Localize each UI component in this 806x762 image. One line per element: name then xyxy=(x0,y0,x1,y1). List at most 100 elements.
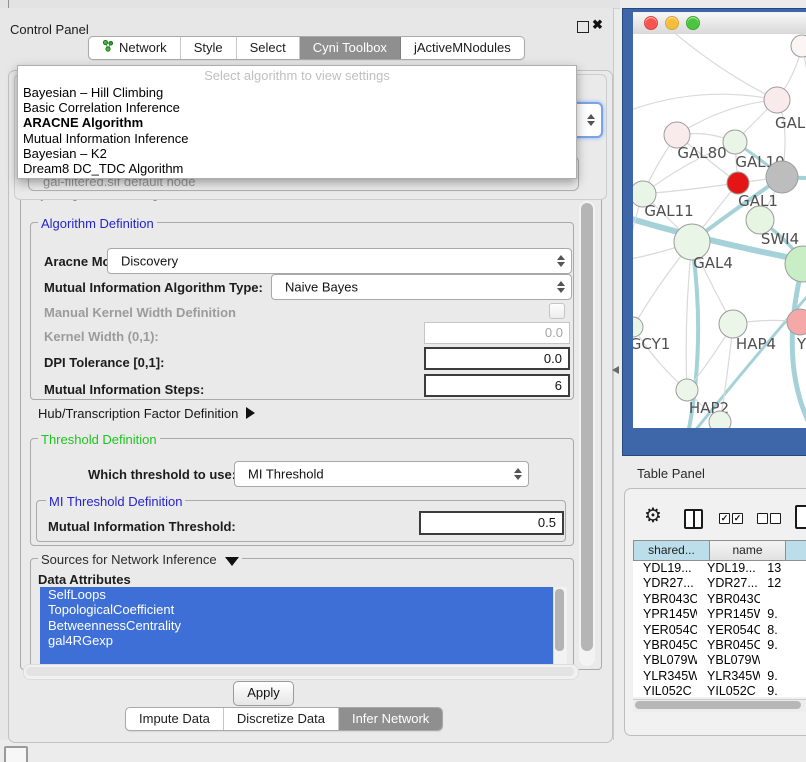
algorithm-option-bayesian-k2[interactable]: Bayesian – K2 xyxy=(18,146,576,161)
tab-infer-network[interactable]: Infer Network xyxy=(339,708,442,730)
tab-jactivemnodules[interactable]: jActiveMNodules xyxy=(401,37,524,59)
network-window-titlebar[interactable] xyxy=(633,12,806,35)
network-node-gal[interactable] xyxy=(764,87,790,113)
column-header[interactable] xyxy=(786,540,806,561)
tab-cyni-toolbox[interactable]: Cyni Toolbox xyxy=(300,37,401,59)
network-node-y[interactable] xyxy=(787,309,806,335)
network-node-gcy1[interactable] xyxy=(633,317,643,337)
column-header[interactable]: shared... xyxy=(633,540,710,561)
column-header[interactable]: name xyxy=(710,540,786,561)
manual-kernel-width-checkbox[interactable] xyxy=(549,303,565,319)
tab-network[interactable]: Network xyxy=(89,37,181,59)
apply-button[interactable]: Apply xyxy=(233,681,294,706)
table-row[interactable]: YER054CYER054C8. xyxy=(633,623,806,638)
table-row[interactable]: YBR045CYBR045C9. xyxy=(633,638,806,653)
kernel-width-field[interactable]: 0.0 xyxy=(424,322,570,344)
attribute-item[interactable]: SelfLoops xyxy=(40,587,553,602)
attribute-item[interactable]: BetweennessCentrality xyxy=(40,618,553,633)
table-cell xyxy=(760,653,806,668)
select-all-checkbox-icon[interactable]: ✓ xyxy=(719,513,730,524)
float-panel-icon[interactable] xyxy=(577,21,589,33)
table-row[interactable]: YLR345WYLR345W9. xyxy=(633,669,806,684)
algorithm-option-aracne-algorithm[interactable]: ARACNE Algorithm xyxy=(18,115,576,130)
which-threshold-combobox[interactable]: MI Threshold xyxy=(234,461,529,487)
network-edge[interactable] xyxy=(677,100,777,135)
mi-steps-field[interactable]: 6 xyxy=(424,374,570,397)
network-node[interactable] xyxy=(766,161,798,193)
algorithm-option-dream8-dc-tdc-algorithm[interactable]: Dream8 DC_TDC Algorithm xyxy=(18,161,576,176)
settings-vertical-scrollbar-thumb[interactable] xyxy=(581,203,593,651)
close-icon[interactable]: ✖ xyxy=(592,17,603,33)
settings-horizontal-scrollbar-thumb[interactable] xyxy=(26,667,574,676)
algorithm-option-bayesian-hill-climbing[interactable]: Bayesian – Hill Climbing xyxy=(18,85,576,100)
attribute-item[interactable]: TopologicalCoefficient xyxy=(40,602,553,617)
network-node-hap4[interactable] xyxy=(719,310,747,338)
aracne-mode-value: Discovery xyxy=(121,254,178,269)
table-body: YDL19...YDL19...13YDR27...YDR27...12YBR0… xyxy=(633,561,806,697)
sources-legend[interactable]: Sources for Network Inference xyxy=(38,552,242,567)
split-columns-icon[interactable] xyxy=(684,509,703,529)
table-cell xyxy=(760,592,806,607)
network-node[interactable] xyxy=(785,246,806,282)
select-all-checkbox-icon[interactable]: ✓ xyxy=(732,513,743,524)
table-header-row: shared...name xyxy=(633,540,806,561)
combo-stepper-icon xyxy=(557,255,565,267)
network-node-gal10[interactable] xyxy=(723,130,747,154)
tab-impute-data[interactable]: Impute Data xyxy=(126,708,224,730)
attribute-item[interactable]: gal4RGexp xyxy=(40,633,553,648)
hub-tf-definition-toggle[interactable]: Hub/Transcription Factor Definition xyxy=(38,406,255,421)
aracne-mode-combobox[interactable]: Discovery xyxy=(107,248,572,274)
network-edge[interactable] xyxy=(670,34,777,100)
data-attributes-list[interactable]: SelfLoopsTopologicalCoefficientBetweenne… xyxy=(40,587,553,664)
network-canvas[interactable]: GALGAL80GAL10GAL1GAL11SWI4GAL4GCY1HAP4YH… xyxy=(633,34,806,428)
deselect-all-checkbox-icon[interactable] xyxy=(770,513,781,524)
manual-kernel-width-label: Manual Kernel Width Definition xyxy=(44,305,236,320)
table-row[interactable]: YDR27...YDR27...12 xyxy=(633,576,806,591)
mi-threshold-field[interactable]: 0.5 xyxy=(419,511,564,535)
algorithm-option-basic-correlation-inference[interactable]: Basic Correlation Inference xyxy=(18,100,576,115)
algorithm-definition-legend: Algorithm Definition xyxy=(38,216,157,231)
algorithm-option-mutual-information-inference[interactable]: Mutual Information Inference xyxy=(18,131,576,146)
network-node[interactable] xyxy=(709,411,731,428)
attribute-list-scrollbar-thumb[interactable] xyxy=(555,589,564,651)
network-edge[interactable] xyxy=(802,46,806,124)
network-node[interactable] xyxy=(791,35,806,57)
mi-algorithm-type-combobox[interactable]: Naive Bayes xyxy=(271,274,572,300)
close-traffic-light-icon[interactable] xyxy=(644,16,658,30)
node-label: GAL4 xyxy=(693,254,733,272)
table-row[interactable]: YBL079WYBL079W xyxy=(633,653,806,668)
table-row[interactable]: YPR145WYPR145W9. xyxy=(633,607,806,622)
table-row[interactable]: YBR043CYBR043C xyxy=(633,592,806,607)
table-cell: YDR27... xyxy=(633,576,697,591)
minimized-panel-chip[interactable] xyxy=(4,746,28,762)
minimize-traffic-light-icon[interactable] xyxy=(665,16,679,30)
table-cell: YPR145W xyxy=(633,607,697,622)
hub-tf-definition-label: Hub/Transcription Factor Definition xyxy=(38,406,238,421)
zoom-traffic-light-icon[interactable] xyxy=(686,16,700,30)
network-graph[interactable]: GALGAL80GAL10GAL1GAL11SWI4GAL4GCY1HAP4YH… xyxy=(633,34,806,428)
tab-style[interactable]: Style xyxy=(181,37,237,59)
dpi-tolerance-field[interactable]: 0.0 xyxy=(424,347,570,370)
table-settings-gear-icon[interactable]: ⚙ xyxy=(644,505,662,527)
node-label: GAL80 xyxy=(677,144,726,162)
deselect-all-checkbox-icon[interactable] xyxy=(757,513,768,524)
algorithm-dropdown-items: Bayesian – Hill ClimbingBasic Correlatio… xyxy=(18,85,576,176)
tab-label: Network xyxy=(119,37,167,59)
table-horizontal-scrollbar-thumb[interactable] xyxy=(635,701,801,709)
table-row[interactable]: YDL19...YDL19...13 xyxy=(633,561,806,576)
kernel-width-label: Kernel Width (0,1): xyxy=(44,329,159,344)
table-cell: YLR345W xyxy=(697,669,760,684)
table-cell: YBR045C xyxy=(697,638,760,653)
node-label: GAL11 xyxy=(644,202,693,220)
tab-discretize-data[interactable]: Discretize Data xyxy=(224,708,339,730)
document-icon[interactable] xyxy=(795,505,806,529)
table-row[interactable]: YIL052CYIL052C9. xyxy=(633,684,806,697)
table-cell: YBR045C xyxy=(633,638,697,653)
network-node-gal1[interactable] xyxy=(727,172,749,194)
table-cell: YBL079W xyxy=(633,653,697,668)
tab-select[interactable]: Select xyxy=(237,37,300,59)
network-edge[interactable] xyxy=(643,183,738,194)
network-node-hap2[interactable] xyxy=(676,379,698,401)
network-edge[interactable] xyxy=(686,242,692,390)
mi-algorithm-type-label: Mutual Information Algorithm Type: xyxy=(44,280,263,295)
